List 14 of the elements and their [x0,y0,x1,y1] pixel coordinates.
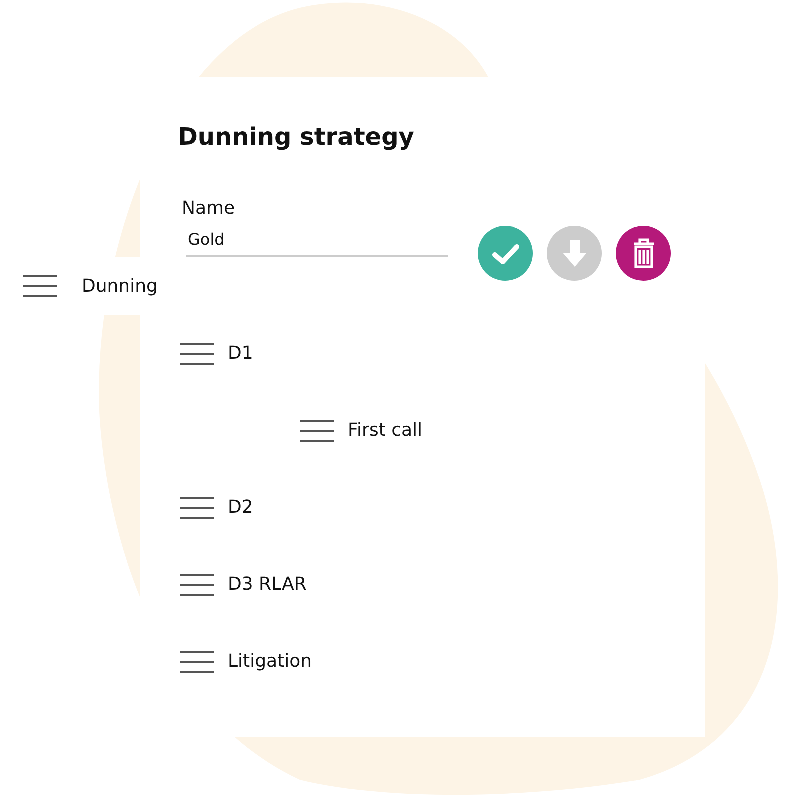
menu-icon[interactable] [23,275,57,297]
tree-item[interactable]: Litigation [228,651,312,672]
tree-item[interactable]: First call [348,420,423,441]
form-title: Dunning strategy [178,122,416,153]
menu-icon[interactable] [180,496,214,518]
menu-icon[interactable] [180,650,214,672]
tree-item[interactable]: D2 [228,497,254,518]
tree-item[interactable]: Dunning [82,276,158,296]
menu-icon[interactable] [300,420,334,442]
field-label: Name [182,198,236,220]
menu-icon[interactable] [180,574,214,596]
tree-item[interactable]: D3 RLAR [228,574,307,595]
tree-item[interactable]: D1 [228,343,254,364]
menu-icon[interactable] [180,342,214,364]
